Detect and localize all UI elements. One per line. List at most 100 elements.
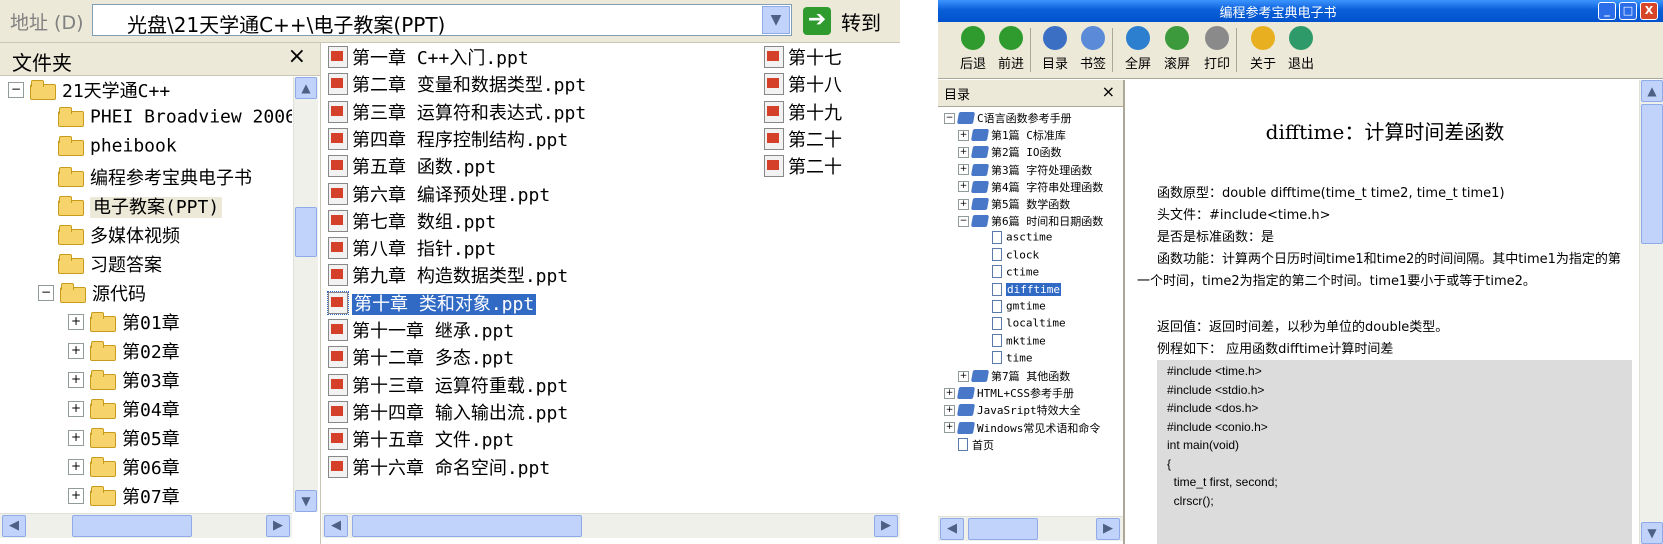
scroll-right-button[interactable]: ▶ <box>874 515 898 537</box>
folder-tree-item[interactable]: pheibook <box>58 135 177 164</box>
expander-toggle-icon[interactable]: − <box>944 112 955 124</box>
folder-tree-item[interactable]: + 第05章 <box>68 425 180 454</box>
toc-close-button[interactable]: × <box>1102 82 1115 101</box>
folder-tree-item[interactable]: − 21天学通C++ <box>8 77 170 106</box>
file-item[interactable]: 第九章 构造数据类型.ppt <box>328 262 568 290</box>
expander-toggle-icon[interactable]: − <box>38 285 54 301</box>
expander-toggle-icon[interactable]: + <box>68 430 84 446</box>
address-input[interactable]: 光盘\21天学通C++\电子教案(PPT) ▼ <box>92 4 792 37</box>
file-item[interactable]: 第一章 C++入门.ppt <box>328 44 529 72</box>
file-item[interactable]: 第二章 变量和数据类型.ppt <box>328 71 586 99</box>
scroll-right-button[interactable]: ▶ <box>1096 518 1120 540</box>
file-item[interactable]: 第十四章 输入输出流.ppt <box>328 399 568 427</box>
expander-toggle-icon[interactable]: + <box>958 129 969 141</box>
toc-item[interactable]: + 第4篇 字符串处理函数 <box>958 179 1103 196</box>
file-item[interactable]: 第三章 运算符和表达式.ppt <box>328 99 586 127</box>
scroll-up-button[interactable]: ▲ <box>295 77 317 99</box>
close-button[interactable]: X <box>1640 2 1658 20</box>
folder-tree-item[interactable]: 习题答案 <box>58 251 162 280</box>
toc-item[interactable]: − 第6篇 时间和日期函数 <box>958 213 1103 230</box>
toc-item[interactable]: + 第3篇 字符处理函数 <box>958 162 1092 179</box>
toolbar-button-forward-arrow[interactable]: 前进 <box>994 26 1028 74</box>
expander-toggle-icon[interactable]: − <box>958 215 969 227</box>
toc-item[interactable]: localtime <box>992 316 1066 333</box>
file-item[interactable]: 第十三章 运算符重载.ppt <box>328 372 568 400</box>
go-button[interactable]: ➔ 转到 <box>803 5 898 37</box>
toc-item[interactable]: + 第5篇 数学函数 <box>958 196 1070 213</box>
expander-toggle-icon[interactable]: + <box>68 372 84 388</box>
toc-item[interactable]: gmtime <box>992 299 1046 316</box>
hscroll-thumb[interactable] <box>352 515 582 537</box>
file-item[interactable]: 第六章 编译预处理.ppt <box>328 181 550 209</box>
toc-item[interactable]: − C语言函数参考手册 <box>944 110 1072 127</box>
expander-toggle-icon[interactable]: + <box>944 422 955 434</box>
maximize-button[interactable]: □ <box>1619 2 1637 20</box>
file-list-hscrollbar[interactable]: ◀ ▶ <box>322 513 900 538</box>
toolbar-button-bookmark-star[interactable]: 书签 <box>1076 26 1110 74</box>
expander-toggle-icon[interactable]: + <box>944 387 955 399</box>
hscroll-thumb[interactable] <box>72 515 192 537</box>
scroll-left-button[interactable]: ◀ <box>940 518 964 540</box>
scroll-down-button[interactable]: ▼ <box>1641 522 1663 544</box>
expander-toggle-icon[interactable]: + <box>958 181 969 193</box>
file-item[interactable]: 第十一章 继承.ppt <box>328 317 514 345</box>
expander-toggle-icon[interactable]: − <box>8 82 24 98</box>
expander-toggle-icon[interactable]: + <box>68 314 84 330</box>
folder-tree-item[interactable]: PHEI Broadview 2006 <box>58 106 292 135</box>
file-item[interactable]: 第八章 指针.ppt <box>328 235 496 263</box>
toc-item[interactable]: + 第1篇 C标准库 <box>958 127 1066 144</box>
scroll-down-button[interactable]: ▼ <box>295 490 317 512</box>
folder-tree-hscrollbar[interactable]: ◀ ▶ <box>0 513 292 538</box>
toolbar-button-fullscreen[interactable]: 全屏 <box>1121 26 1155 74</box>
content-vscrollbar[interactable]: ▲ ▼ <box>1639 80 1663 544</box>
minimize-button[interactable]: _ <box>1598 2 1616 20</box>
toolbar-button-pointer-hand[interactable]: 关于 <box>1246 26 1280 74</box>
expander-toggle-icon[interactable]: + <box>944 404 955 416</box>
toc-item[interactable]: + 第2篇 IO函数 <box>958 144 1062 161</box>
toc-item[interactable]: clock <box>992 248 1039 265</box>
address-dropdown-button[interactable]: ▼ <box>762 6 790 34</box>
expander-toggle-icon[interactable]: + <box>958 370 969 382</box>
folders-close-button[interactable]: × <box>288 44 306 69</box>
folder-tree-item[interactable]: 编程参考宝典电子书 <box>58 164 252 193</box>
file-item[interactable]: 第二十 <box>764 126 842 154</box>
scroll-right-button[interactable]: ▶ <box>266 515 290 537</box>
folder-tree-item[interactable]: + 第02章 <box>68 338 180 367</box>
scroll-thumb[interactable] <box>295 207 317 257</box>
toolbar-button-printer[interactable]: 打印 <box>1200 26 1234 74</box>
toolbar-button-exit-door[interactable]: 退出 <box>1284 26 1318 74</box>
expander-toggle-icon[interactable]: + <box>958 198 969 210</box>
scroll-left-button[interactable]: ◀ <box>324 515 348 537</box>
file-item[interactable]: 第十五章 文件.ppt <box>328 426 514 454</box>
file-item[interactable]: 第十章 类和对象.ppt <box>327 290 537 318</box>
toc-item[interactable]: difftime <box>992 282 1061 299</box>
folder-tree-item[interactable]: + 第01章 <box>68 309 180 338</box>
folder-tree-item[interactable]: 电子教案(PPT) <box>58 193 223 222</box>
toc-item[interactable]: time <box>992 351 1033 368</box>
file-item[interactable]: 第七章 数组.ppt <box>328 208 496 236</box>
file-item[interactable]: 第十六章 命名空间.ppt <box>328 454 550 482</box>
toolbar-button-contents[interactable]: 目录 <box>1038 26 1072 74</box>
file-item[interactable]: 第十二章 多态.ppt <box>328 344 514 372</box>
toc-item[interactable]: + Windows常见术语和命令 <box>944 420 1100 437</box>
file-item[interactable]: 第五章 函数.ppt <box>328 153 496 181</box>
scroll-left-button[interactable]: ◀ <box>2 515 26 537</box>
file-item[interactable]: 第二十 <box>764 153 842 181</box>
toc-item[interactable]: ctime <box>992 265 1039 282</box>
toc-hscrollbar[interactable]: ◀ ▶ <box>938 516 1123 541</box>
expander-toggle-icon[interactable]: + <box>68 401 84 417</box>
toolbar-button-autoscroll-clock[interactable]: 滚屏 <box>1160 26 1194 74</box>
folder-tree-item[interactable]: 多媒体视频 <box>58 222 180 251</box>
scroll-up-button[interactable]: ▲ <box>1641 80 1663 102</box>
expander-toggle-icon[interactable]: + <box>68 459 84 475</box>
hscroll-thumb[interactable] <box>968 518 1038 540</box>
folder-tree-vscrollbar[interactable]: ▲ ▼ <box>293 77 318 512</box>
folder-tree-item[interactable]: − 源代码 <box>38 280 146 309</box>
folder-tree-item[interactable]: + 第04章 <box>68 396 180 425</box>
file-item[interactable]: 第十八 <box>764 71 842 99</box>
toc-item[interactable]: + 第7篇 其他函数 <box>958 368 1070 385</box>
toc-item[interactable]: + HTML+CSS参考手册 <box>944 385 1074 402</box>
folder-tree-item[interactable]: + 第06章 <box>68 454 180 483</box>
file-item[interactable]: 第十九 <box>764 99 842 127</box>
file-item[interactable]: 第四章 程序控制结构.ppt <box>328 126 568 154</box>
